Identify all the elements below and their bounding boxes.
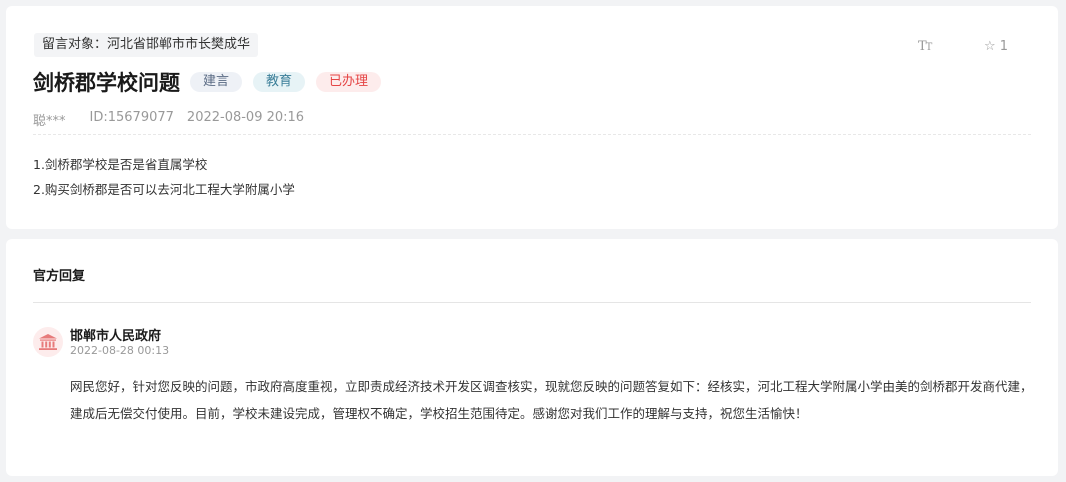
- reply-org-name: 邯郸市人民政府: [70, 329, 162, 344]
- divider: [33, 134, 1031, 135]
- star-outline-icon: ☆: [984, 39, 996, 54]
- tag-jianyan: 建言: [190, 72, 243, 92]
- message-target-tag: 留言对象：河北省邯郸市市长樊成华: [34, 33, 259, 57]
- message-datetime: 2022-08-09 20:16: [186, 110, 305, 125]
- divider: [33, 302, 1031, 303]
- official-reply-card: 官方回复 邯郸市人民政府 2022-08-28 00:13 网民您好，针对您反映…: [6, 239, 1058, 476]
- message-id: ID:15679077: [89, 110, 174, 125]
- message-content: 1.剑桥郡学校是否是省直属学校 2.购买剑桥郡是否可以去河北工程大学附属小学: [33, 156, 295, 206]
- reply-section-title: 官方回复: [33, 269, 86, 284]
- avatar: [33, 327, 63, 357]
- content-line: 2.购买剑桥郡是否可以去河北工程大学附属小学: [33, 182, 295, 197]
- author-name: 聪***: [33, 114, 66, 129]
- status-badge: 已办理: [316, 72, 382, 92]
- message-title: 剑桥郡学校问题: [33, 71, 180, 95]
- favorite-count: 1: [999, 39, 1009, 54]
- favorite-button[interactable]: ☆ 1: [984, 39, 1008, 54]
- tag-jiaoyu: 教育: [253, 72, 306, 92]
- reply-time: 2022-08-28 00:13: [70, 344, 170, 357]
- font-size-button[interactable]: TT: [918, 39, 932, 54]
- reply-body: 网民您好，针对您反映的问题，市政府高度重视，立即责成经济技术开发区调查核实，现就…: [70, 379, 1033, 421]
- government-building-icon: [39, 334, 57, 350]
- message-card: 留言对象：河北省邯郸市市长樊成华 TT ☆ 1 剑桥郡学校问题 建言 教育 已办…: [6, 6, 1058, 229]
- font-size-icon: TT: [918, 39, 932, 54]
- title-row: 剑桥郡学校问题 建言 教育 已办理: [33, 68, 392, 96]
- message-meta: 聪*** ID:15679077 2022-08-09 20:16: [33, 110, 328, 129]
- content-line: 1.剑桥郡学校是否是省直属学校: [33, 157, 208, 172]
